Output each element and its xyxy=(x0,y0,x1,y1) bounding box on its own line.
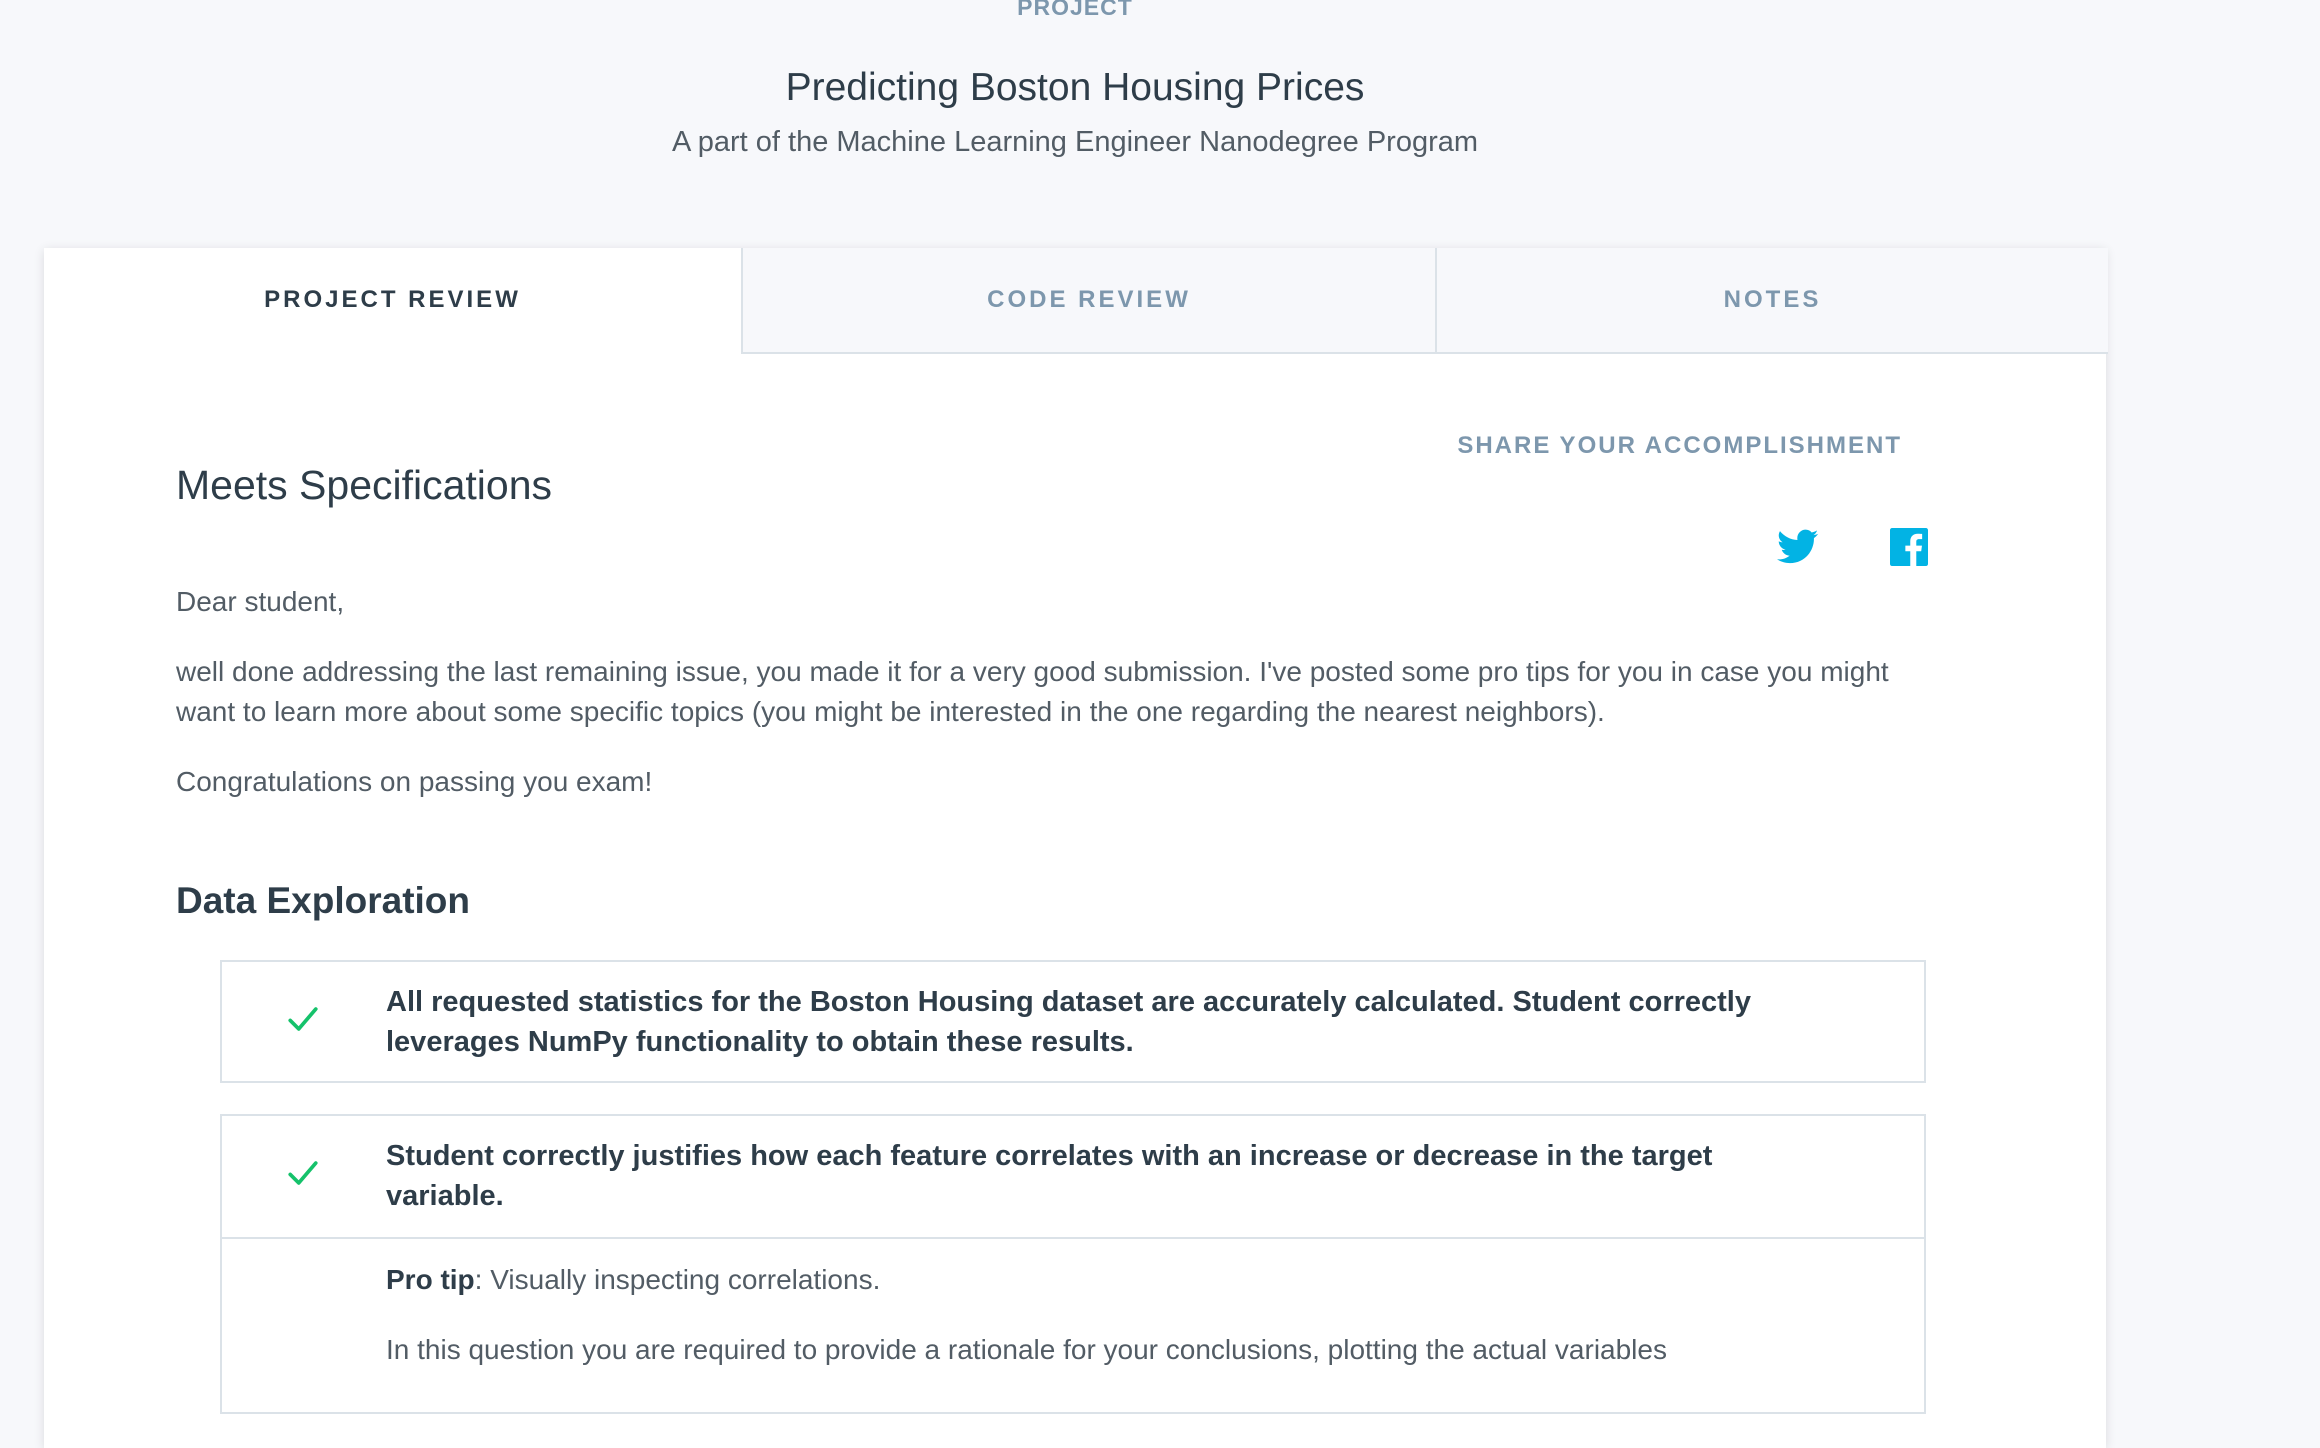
review-tabs: PROJECT REVIEW CODE REVIEW NOTES xyxy=(44,248,2108,354)
tab-project-review[interactable]: PROJECT REVIEW xyxy=(44,248,741,353)
rubric-item: Student correctly justifies how each fea… xyxy=(220,1114,1926,1414)
rubric-item-text: Student correctly justifies how each fea… xyxy=(386,1140,1713,1212)
checkmark-icon xyxy=(286,1156,320,1190)
rubric-item: All requested statistics for the Boston … xyxy=(220,960,1926,1083)
review-message: Dear student, well done addressing the l… xyxy=(176,582,1916,832)
review-greeting: Dear student, xyxy=(176,586,345,617)
rubric-item-text: All requested statistics for the Boston … xyxy=(386,986,1751,1058)
project-eyebrow: PROJECT xyxy=(1017,0,1133,20)
tab-notes[interactable]: NOTES xyxy=(1435,248,2108,354)
review-closing: Congratulations on passing you exam! xyxy=(176,766,653,797)
project-subtitle: A part of the Machine Learning Engineer … xyxy=(671,126,1479,158)
pro-tip: Pro tip: Visually inspecting correlation… xyxy=(386,1260,1846,1400)
share-label: SHARE YOUR ACCOMPLISHMENT xyxy=(1457,432,1902,459)
tab-code-review[interactable]: CODE REVIEW xyxy=(741,248,1435,354)
pro-tip-text: : Visually inspecting correlations. xyxy=(474,1264,881,1295)
project-title: Predicting Boston Housing Prices xyxy=(785,66,1365,109)
facebook-icon[interactable] xyxy=(1890,528,1930,568)
review-status-heading: Meets Specifications xyxy=(176,462,553,508)
twitter-icon[interactable] xyxy=(1777,528,1819,568)
rubric-divider xyxy=(222,1237,1924,1239)
checkmark-icon xyxy=(286,1002,320,1036)
share-accomplishment: SHARE YOUR ACCOMPLISHMENT xyxy=(1286,432,1902,460)
review-body: well done addressing the last remaining … xyxy=(176,656,1889,727)
section-title: Data Exploration xyxy=(176,880,470,921)
pro-tip-body: In this question you are required to pro… xyxy=(386,1334,1667,1365)
pro-tip-label: Pro tip xyxy=(386,1264,475,1295)
